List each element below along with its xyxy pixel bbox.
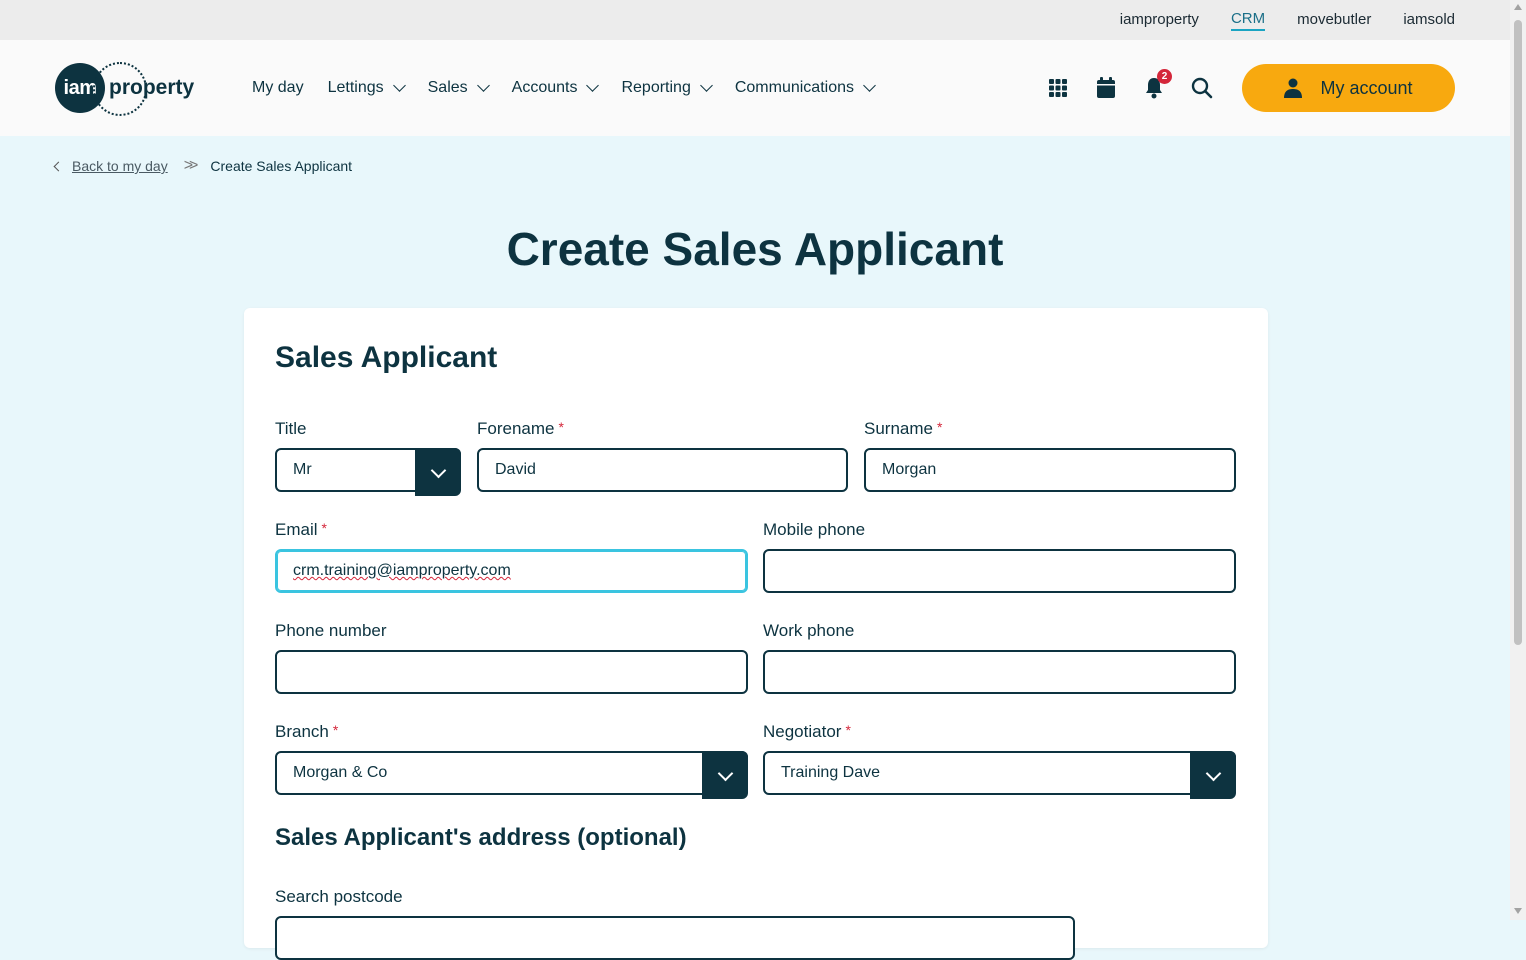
branch-select[interactable]: Morgan & Co xyxy=(275,751,748,799)
branch-select-value: Morgan & Co xyxy=(293,764,388,781)
nav-sales[interactable]: Sales xyxy=(427,79,490,97)
phone-number-label: Phone number xyxy=(275,621,387,640)
negotiator-dropdown-button[interactable] xyxy=(1190,751,1236,799)
required-marker: * xyxy=(936,419,943,435)
mobile-phone-input[interactable] xyxy=(763,549,1236,593)
chevron-down-icon xyxy=(717,765,733,781)
logo-text: property xyxy=(109,76,195,99)
title-label: Title xyxy=(275,419,307,438)
search-icon[interactable] xyxy=(1189,75,1215,101)
main-header: iam property My day Lettings Sales Accou… xyxy=(0,40,1510,136)
forename-input[interactable]: David xyxy=(477,448,848,492)
nav-communications[interactable]: Communications xyxy=(734,79,876,97)
surname-value: Morgan xyxy=(882,461,937,478)
breadcrumb-current: Create Sales Applicant xyxy=(210,158,353,174)
breadcrumb-back-link[interactable]: Back to my day xyxy=(72,158,168,174)
nav-my-day[interactable]: My day xyxy=(252,79,304,97)
work-phone-label: Work phone xyxy=(763,621,855,640)
calendar-icon[interactable] xyxy=(1093,75,1119,101)
surname-label: Surname * xyxy=(864,419,943,438)
branch-dropdown-button[interactable] xyxy=(702,751,748,799)
chevron-left-icon xyxy=(53,161,64,171)
branch-label: Branch * xyxy=(275,722,339,741)
notification-count-badge: 2 xyxy=(1157,69,1172,84)
topbar-link-iamsold[interactable]: iamsold xyxy=(1403,11,1455,30)
top-utility-bar: iamproperty CRM movebutler iamsold xyxy=(0,0,1510,40)
email-label: Email * xyxy=(275,520,327,539)
topbar-link-crm[interactable]: CRM xyxy=(1230,10,1266,31)
nav-lettings-label: Lettings xyxy=(327,79,384,96)
scrollbar-thumb[interactable] xyxy=(1514,20,1522,645)
required-marker: * xyxy=(332,722,339,738)
chevron-down-icon xyxy=(586,79,600,92)
my-account-button[interactable]: My account xyxy=(1242,64,1455,112)
phone-number-input[interactable] xyxy=(275,650,748,694)
required-marker: * xyxy=(558,419,564,435)
main-nav: My day Lettings Sales Accounts Reporting… xyxy=(252,40,898,136)
notification-bell-icon[interactable]: 2 xyxy=(1141,69,1172,101)
nav-reporting-label: Reporting xyxy=(621,79,691,96)
chevron-down-icon xyxy=(476,79,490,92)
apps-grid-icon[interactable] xyxy=(1045,75,1071,101)
scroll-down-icon[interactable] xyxy=(1514,908,1522,914)
chevron-down-icon xyxy=(863,79,876,92)
address-section-heading: Sales Applicant's address (optional) xyxy=(275,824,687,851)
title-select-value: Mr xyxy=(293,461,312,478)
breadcrumb-separator-icon: >> xyxy=(183,157,199,174)
my-account-label: My account xyxy=(1320,77,1413,98)
iamproperty-logo[interactable]: iam property xyxy=(55,62,205,116)
mobile-phone-label: Mobile phone xyxy=(763,520,866,539)
title-select[interactable]: Mr xyxy=(275,448,461,496)
negotiator-label: Negotiator * xyxy=(763,722,851,741)
nav-lettings[interactable]: Lettings xyxy=(327,79,406,97)
topbar-link-iamproperty[interactable]: iamproperty xyxy=(1120,11,1199,30)
page-title: Create Sales Applicant xyxy=(506,223,1004,275)
search-postcode-label: Search postcode xyxy=(275,887,403,906)
nav-communications-label: Communications xyxy=(734,79,854,96)
breadcrumb: Back to my day >> Create Sales Applicant xyxy=(53,157,353,175)
surname-input[interactable]: Morgan xyxy=(864,448,1236,492)
email-input[interactable]: crm.training@iamproperty.com xyxy=(275,549,748,593)
nav-my-day-label: My day xyxy=(252,79,304,96)
search-postcode-input[interactable] xyxy=(275,916,1075,960)
scroll-up-icon[interactable] xyxy=(1514,4,1522,10)
work-phone-input[interactable] xyxy=(763,650,1236,694)
header-icons: 2 xyxy=(1045,40,1237,136)
chevron-down-icon xyxy=(1205,765,1221,781)
nav-accounts-label: Accounts xyxy=(511,79,578,96)
title-dropdown-button[interactable] xyxy=(415,448,461,496)
chevron-down-icon xyxy=(392,79,406,92)
forename-label: Forename * xyxy=(477,419,564,438)
nav-reporting[interactable]: Reporting xyxy=(621,79,713,97)
chevron-down-icon xyxy=(430,462,446,478)
nav-sales-label: Sales xyxy=(427,79,468,96)
email-value: crm.training@iamproperty.com xyxy=(293,562,511,579)
form-heading: Sales Applicant xyxy=(275,341,498,374)
chevron-down-icon xyxy=(699,79,713,92)
page-scrollbar[interactable] xyxy=(1510,0,1526,920)
negotiator-select-value: Training Dave xyxy=(781,764,881,781)
sales-applicant-form-card: Sales Applicant Title Mr Forename * David… xyxy=(244,308,1268,960)
forename-value: David xyxy=(495,461,536,478)
nav-accounts[interactable]: Accounts xyxy=(511,79,600,97)
required-marker: * xyxy=(845,722,851,738)
user-icon xyxy=(1284,78,1303,98)
required-marker: * xyxy=(321,520,327,536)
negotiator-select[interactable]: Training Dave xyxy=(763,751,1236,799)
topbar-link-movebutler[interactable]: movebutler xyxy=(1297,11,1371,30)
